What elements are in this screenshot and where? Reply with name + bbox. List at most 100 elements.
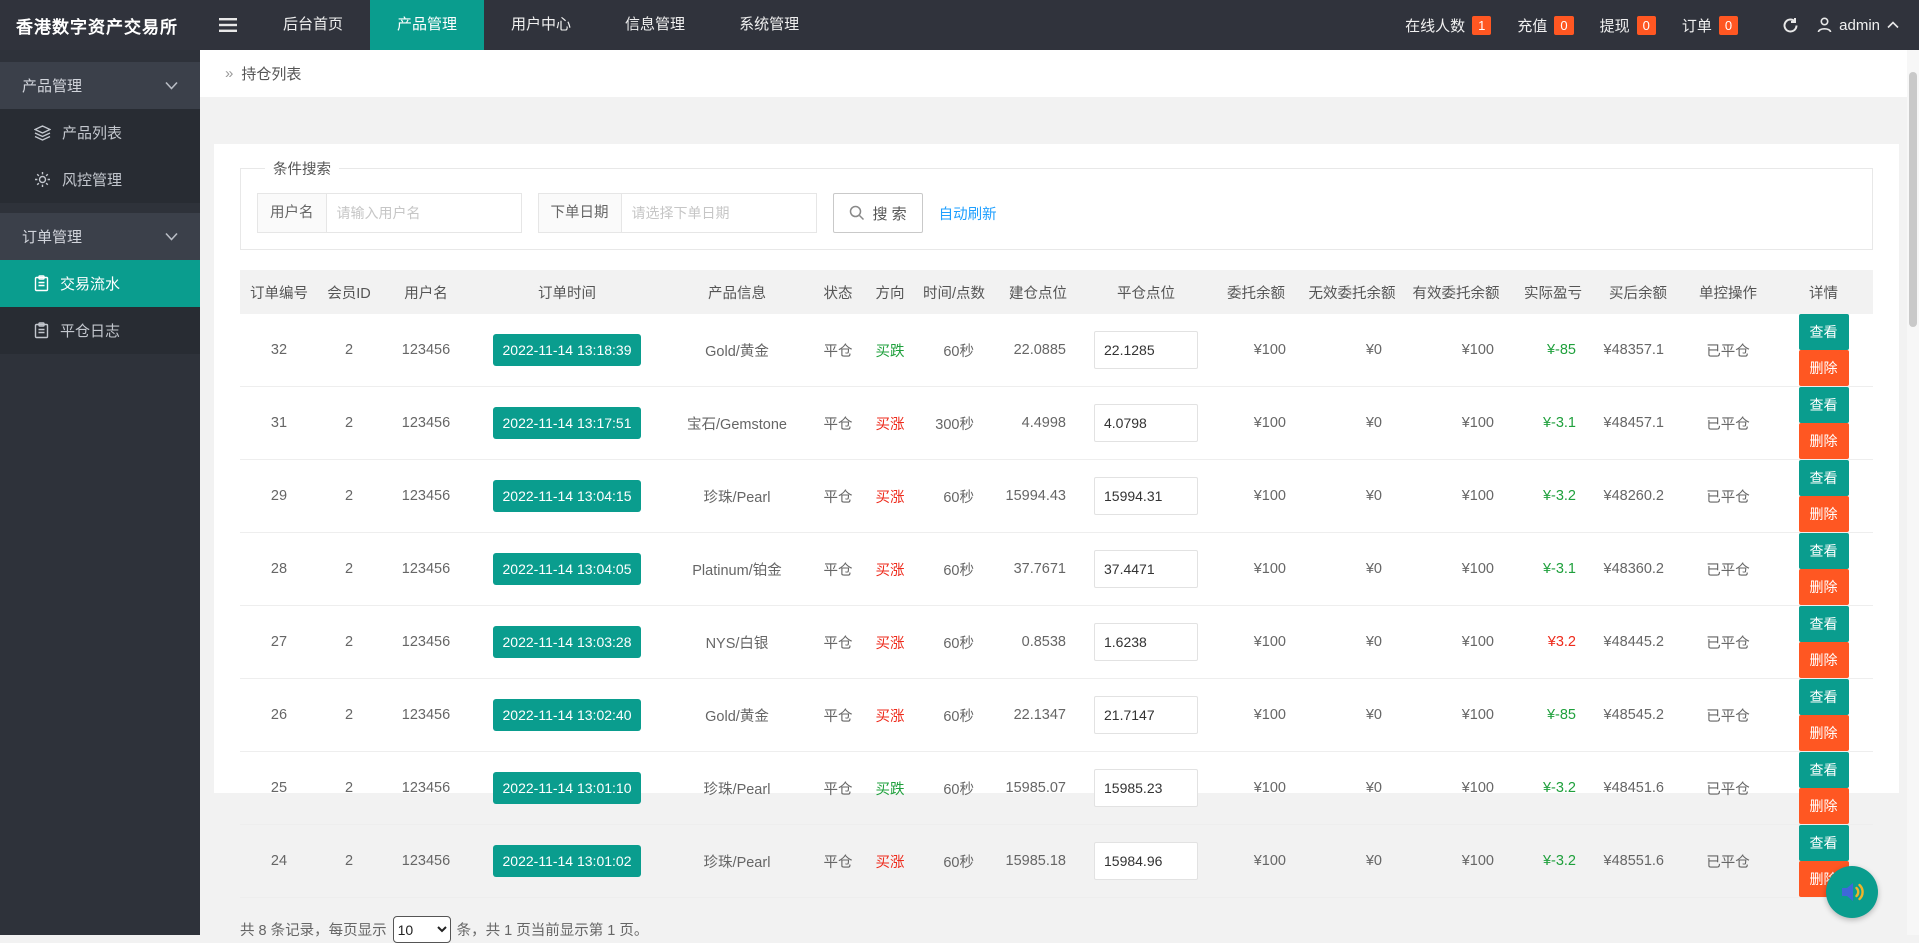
- table-row: 32 2 123456 2022-11-14 13:18:39 Gold/黄金 …: [240, 314, 1873, 387]
- cell-control-status: 已平仓: [1682, 314, 1774, 387]
- cell-control-status: 已平仓: [1682, 679, 1774, 752]
- order-date-input[interactable]: [621, 193, 817, 233]
- sidebar-group-orders[interactable]: 订单管理: [0, 213, 200, 260]
- sidebar-item-product-list[interactable]: 产品列表: [0, 109, 200, 156]
- order-date-field-label: 下单日期: [538, 193, 621, 233]
- close-point-input[interactable]: [1094, 696, 1198, 734]
- view-button[interactable]: 查看: [1799, 825, 1849, 861]
- close-point-input[interactable]: [1094, 404, 1198, 442]
- cell-actions: 查看 删除: [1774, 606, 1873, 679]
- cell-status: 平仓: [812, 752, 864, 825]
- search-panel-title: 条件搜索: [265, 158, 339, 179]
- column-header: 实际盈亏: [1512, 270, 1594, 314]
- cell-valid-entrust: ¥100: [1400, 460, 1512, 533]
- online-count-badge: 1: [1472, 16, 1491, 35]
- stat-recharge[interactable]: 充值 0: [1517, 15, 1573, 36]
- direction-label: 买涨: [876, 490, 905, 506]
- cell-after-balance: ¥48357.1: [1594, 314, 1682, 387]
- cell-member-id: 2: [318, 460, 380, 533]
- cell-profit: ¥-3.1: [1512, 533, 1594, 606]
- cell-close-point: [1084, 606, 1208, 679]
- cell-control-status: 已平仓: [1682, 387, 1774, 460]
- page-scrollbar[interactable]: [1907, 50, 1919, 935]
- close-point-input[interactable]: [1094, 477, 1198, 515]
- cell-after-balance: ¥48260.2: [1594, 460, 1682, 533]
- document-icon: [34, 275, 49, 292]
- delete-button[interactable]: 删除: [1799, 496, 1849, 532]
- top-menu-item-info[interactable]: 信息管理: [598, 0, 712, 50]
- delete-button[interactable]: 删除: [1799, 350, 1849, 386]
- view-button[interactable]: 查看: [1799, 533, 1849, 569]
- column-header: 订单时间: [472, 270, 662, 314]
- search-panel: 条件搜索 用户名 下单日期 搜 索 自动刷新: [240, 158, 1873, 250]
- cell-control-status: 已平仓: [1682, 460, 1774, 533]
- profit-value: ¥-3.1: [1543, 561, 1576, 577]
- cell-after-balance: ¥48360.2: [1594, 533, 1682, 606]
- user-menu[interactable]: admin: [1817, 17, 1899, 34]
- direction-label: 买跌: [876, 344, 905, 360]
- top-menu-item-products[interactable]: 产品管理: [370, 0, 484, 50]
- gear-icon: [34, 171, 51, 188]
- auto-refresh-link[interactable]: 自动刷新: [939, 203, 997, 224]
- top-menu-item-system[interactable]: 系统管理: [712, 0, 826, 50]
- username-input[interactable]: [326, 193, 522, 233]
- close-point-input[interactable]: [1094, 550, 1198, 588]
- direction-label: 买涨: [876, 563, 905, 579]
- table-row: 29 2 123456 2022-11-14 13:04:15 珍珠/Pearl…: [240, 460, 1873, 533]
- delete-button[interactable]: 删除: [1799, 569, 1849, 605]
- table-header-row: 订单编号会员ID用户名订单时间产品信息状态方向时间/点数建仓点位平仓点位委托余额…: [240, 270, 1873, 314]
- cell-order-id: 32: [240, 314, 318, 387]
- cell-valid-entrust: ¥100: [1400, 679, 1512, 752]
- close-point-input[interactable]: [1094, 331, 1198, 369]
- order-date-group: 下单日期: [538, 193, 817, 233]
- navbar-right: 在线人数 1 充值 0 提现 0 订单 0 admin: [1405, 0, 1919, 50]
- delete-button[interactable]: 删除: [1799, 642, 1849, 678]
- sidebar-item-trade-flow[interactable]: 交易流水: [0, 260, 200, 307]
- positions-table: 订单编号会员ID用户名订单时间产品信息状态方向时间/点数建仓点位平仓点位委托余额…: [240, 270, 1873, 898]
- close-point-input[interactable]: [1094, 769, 1198, 807]
- close-point-input[interactable]: [1094, 842, 1198, 880]
- page-count-text: 条，共 1 页当前显示第 1 页。: [457, 919, 649, 940]
- view-button[interactable]: 查看: [1799, 460, 1849, 496]
- cell-duration: 60秒: [916, 606, 992, 679]
- cell-product: 珍珠/Pearl: [662, 825, 812, 898]
- delete-button[interactable]: 删除: [1799, 788, 1849, 824]
- stat-orders[interactable]: 订单 0: [1682, 15, 1738, 36]
- close-point-input[interactable]: [1094, 623, 1198, 661]
- view-button[interactable]: 查看: [1799, 679, 1849, 715]
- cell-order-id: 31: [240, 387, 318, 460]
- top-menu-item-users[interactable]: 用户中心: [484, 0, 598, 50]
- hamburger-icon[interactable]: [200, 0, 256, 50]
- table-row: 27 2 123456 2022-11-14 13:03:28 NYS/白银 平…: [240, 606, 1873, 679]
- audio-notification-button[interactable]: [1826, 866, 1878, 918]
- chevron-down-icon: [165, 232, 178, 241]
- breadcrumb-marker: »: [225, 65, 233, 82]
- cell-entrust-balance: ¥100: [1208, 606, 1304, 679]
- cell-actions: 查看 删除: [1774, 460, 1873, 533]
- refresh-icon[interactable]: [1782, 17, 1799, 34]
- scrollbar-thumb[interactable]: [1909, 72, 1917, 327]
- table-row: 31 2 123456 2022-11-14 13:17:51 宝石/Gemst…: [240, 387, 1873, 460]
- sidebar-item-close-log[interactable]: 平仓日志: [0, 307, 200, 354]
- cell-profit: ¥-85: [1512, 314, 1594, 387]
- direction-label: 买跌: [876, 782, 905, 798]
- view-button[interactable]: 查看: [1799, 606, 1849, 642]
- cell-order-id: 25: [240, 752, 318, 825]
- delete-button[interactable]: 删除: [1799, 715, 1849, 751]
- stat-withdraw[interactable]: 提现 0: [1600, 15, 1656, 36]
- cell-order-id: 26: [240, 679, 318, 752]
- chevron-up-icon: [1887, 21, 1899, 29]
- top-menu-item-home[interactable]: 后台首页: [256, 0, 370, 50]
- view-button[interactable]: 查看: [1799, 314, 1849, 350]
- cell-open-point: 22.1347: [992, 679, 1084, 752]
- search-button[interactable]: 搜 索: [833, 193, 923, 233]
- sidebar-group-products[interactable]: 产品管理: [0, 62, 200, 109]
- view-button[interactable]: 查看: [1799, 387, 1849, 423]
- per-page-select[interactable]: 10: [393, 916, 451, 943]
- cell-invalid-entrust: ¥0: [1304, 679, 1400, 752]
- sidebar-item-risk-control[interactable]: 风控管理: [0, 156, 200, 203]
- view-button[interactable]: 查看: [1799, 752, 1849, 788]
- stat-online-users[interactable]: 在线人数 1: [1405, 15, 1491, 36]
- delete-button[interactable]: 删除: [1799, 423, 1849, 459]
- cell-duration: 60秒: [916, 825, 992, 898]
